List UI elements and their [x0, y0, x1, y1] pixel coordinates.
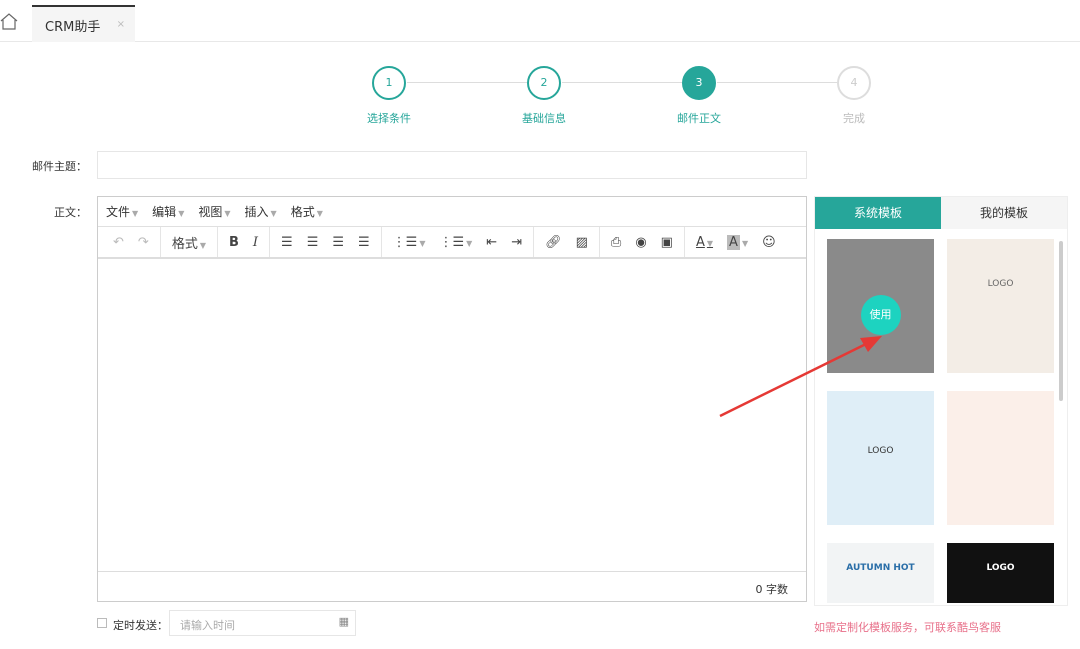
menu-insert[interactable]: 插入 ▼ — [245, 203, 277, 220]
bold-icon[interactable]: B — [222, 235, 246, 250]
subject-input[interactable] — [97, 151, 807, 179]
calendar-icon[interactable]: ▦ — [339, 615, 349, 628]
schedule-checkbox[interactable] — [97, 618, 107, 628]
editor-toolbar: ↶ ↷ 格式 ▼ BI ☰ ☰ ☰ ☰ ⋮☰ ▼ ⋮☰ ▼ ⇤ ⇥ 🔗︎ ▨ ⎙ ◉ ▣ A ▼ A ▼ ☺ — [98, 227, 806, 259]
editor-menubar: 文件 ▼ 编辑 ▼ 视图 ▼ 插入 ▼ 格式 ▼ — [98, 197, 806, 227]
align-center-icon[interactable]: ☰ — [300, 235, 326, 250]
tab-my-templates[interactable]: 我的模板 — [941, 197, 1067, 229]
media-icon[interactable]: ▣ — [654, 235, 680, 250]
step-label: 基础信息 — [522, 112, 566, 125]
menu-view[interactable]: 视图 ▼ — [198, 203, 230, 220]
step-label: 邮件正文 — [677, 112, 721, 125]
subject-label: 邮件主题： — [32, 160, 87, 173]
step-connector — [717, 82, 837, 83]
background-color-icon[interactable]: A ▼ — [720, 234, 755, 250]
bullet-list-icon[interactable]: ⋮☰ ▼ — [386, 235, 433, 250]
preview-icon[interactable]: ◉ — [628, 235, 653, 250]
align-right-icon[interactable]: ☰ — [325, 235, 351, 250]
template-thumbnail[interactable] — [947, 391, 1054, 525]
step-2: 2 — [527, 66, 561, 100]
step-4: 4 — [837, 66, 871, 100]
template-thumbnail[interactable]: LOGO — [947, 543, 1054, 603]
undo-icon[interactable]: ↶ — [106, 235, 131, 250]
justify-icon[interactable]: ☰ — [351, 235, 377, 250]
step-1: 1 — [372, 66, 406, 100]
rich-text-editor: 文件 ▼ 编辑 ▼ 视图 ▼ 插入 ▼ 格式 ▼ ↶ ↷ 格式 ▼ BI ☰ ☰ ☰ ☰ ⋮☰ ▼ ⋮☰… — [97, 196, 807, 602]
tab-system-templates[interactable]: 系统模板 — [815, 197, 941, 229]
numbered-list-icon[interactable]: ⋮☰ ▼ — [432, 235, 479, 250]
print-icon[interactable]: ⎙ — [604, 235, 628, 250]
emoticon-icon[interactable]: ☺ — [755, 235, 783, 250]
step-label: 完成 — [843, 112, 865, 125]
format-dropdown[interactable]: 格式 ▼ — [165, 233, 213, 252]
template-thumbnail[interactable]: AUTUMN HOT — [827, 543, 934, 603]
italic-icon[interactable]: I — [246, 235, 265, 250]
red-arrow-annotation — [719, 336, 882, 418]
link-icon[interactable]: 🔗︎ — [538, 235, 569, 250]
redo-icon[interactable]: ↷ — [131, 235, 156, 250]
home-icon[interactable] — [0, 12, 18, 30]
step-3: 3 — [682, 66, 716, 100]
outdent-icon[interactable]: ⇤ — [479, 235, 504, 250]
tab-label: CRM助手 — [45, 20, 101, 35]
close-icon[interactable]: × — [117, 19, 125, 30]
menu-edit[interactable]: 编辑 ▼ — [152, 203, 184, 220]
indent-icon[interactable]: ⇥ — [504, 235, 529, 250]
tab-crm-assistant[interactable]: CRM助手 × — [32, 5, 135, 42]
custom-template-note: 如需定制化模板服务，可联系酷鸟客服 — [814, 621, 1001, 634]
body-label: 正文： — [54, 206, 87, 219]
image-icon[interactable]: ▨ — [569, 235, 595, 250]
word-count: 0 字数 — [755, 583, 789, 596]
editor-content-area[interactable] — [98, 261, 806, 571]
template-thumbnail[interactable]: LOGO — [947, 239, 1054, 373]
step-label: 选择条件 — [367, 112, 411, 125]
schedule-time-input[interactable]: 请输入时间 ▦ — [169, 610, 356, 636]
step-connector — [562, 82, 682, 83]
editor-status-bar: 0 字数 — [98, 571, 806, 601]
step-connector — [407, 82, 527, 83]
menu-file[interactable]: 文件 ▼ — [106, 203, 138, 220]
align-left-icon[interactable]: ☰ — [274, 235, 300, 250]
menu-format[interactable]: 格式 ▼ — [291, 203, 323, 220]
text-color-icon[interactable]: A ▼ — [689, 235, 720, 250]
schedule-label: 定时发送： — [113, 619, 168, 632]
top-bar — [0, 0, 1080, 42]
scrollbar[interactable] — [1059, 241, 1063, 401]
